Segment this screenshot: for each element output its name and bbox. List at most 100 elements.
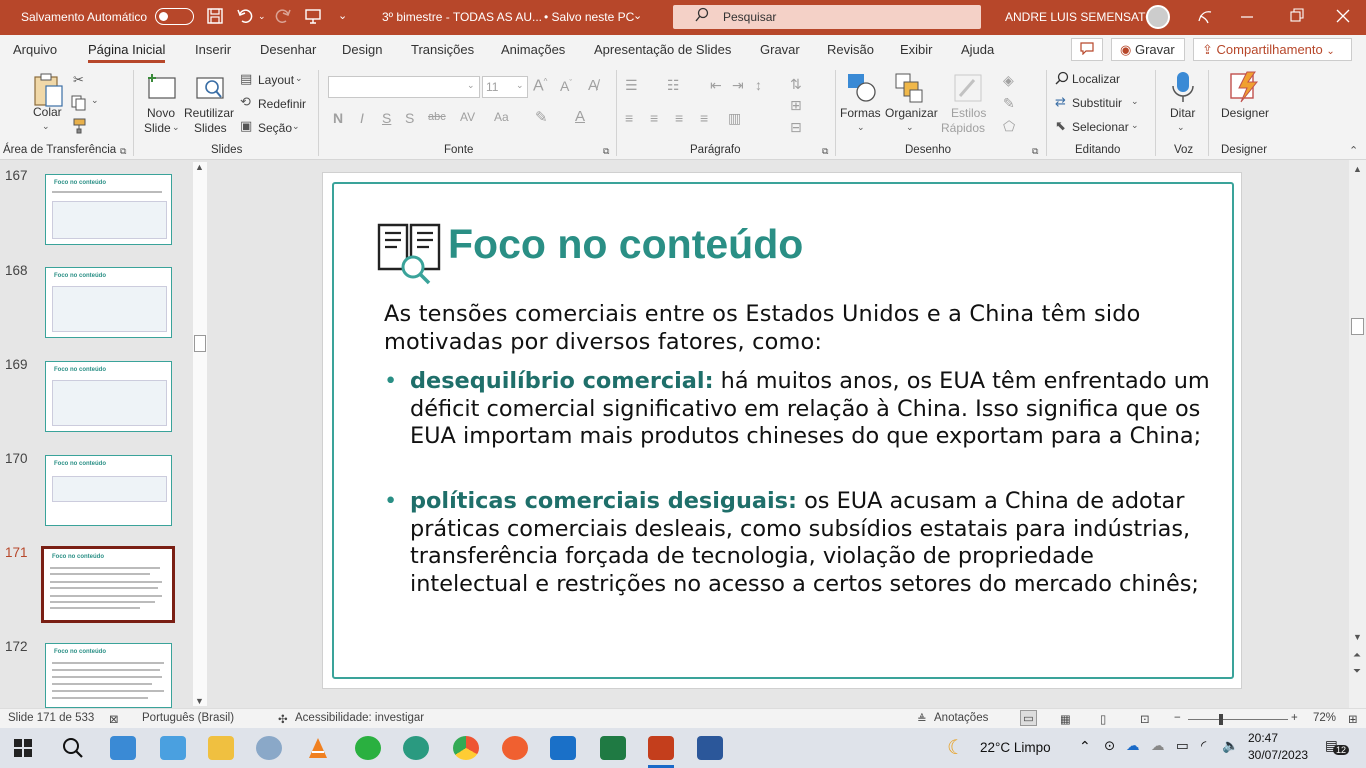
font-size-chevron-icon[interactable]: ⌄: [516, 80, 524, 91]
onedrive-icon[interactable]: ☁: [1126, 738, 1140, 754]
tab-apresentacao[interactable]: Apresentação de Slides: [594, 42, 731, 57]
arrange-label[interactable]: Organizar: [885, 106, 938, 120]
align-text-icon[interactable]: ⊞: [790, 97, 802, 114]
slide-sorter-icon[interactable]: ▦: [1060, 712, 1071, 726]
bullet-item-2[interactable]: • políticas comerciais desiguais: os EUA…: [384, 488, 1214, 598]
slideshow-icon[interactable]: ⊡: [1140, 712, 1150, 726]
align-right-icon[interactable]: ≡: [675, 110, 683, 126]
slide-scrollbar[interactable]: ▲ ▼ ⏶ ⏷: [1349, 160, 1366, 708]
slide-thumbnail-171[interactable]: Foco no conteúdo: [41, 546, 175, 623]
tab-inserir[interactable]: Inserir: [195, 42, 231, 57]
user-name[interactable]: ANDRE LUIS SEMENSATO: [1005, 10, 1155, 24]
zoom-in-icon[interactable]: +: [1291, 712, 1298, 724]
line-spacing-icon[interactable]: ↕: [755, 77, 762, 93]
replace-button[interactable]: Substituir: [1072, 96, 1122, 110]
layout-button[interactable]: Layout: [258, 73, 294, 87]
edge-icon[interactable]: [403, 736, 429, 760]
presentation-icon[interactable]: [304, 7, 322, 30]
zoom-slider[interactable]: [1188, 719, 1288, 720]
fit-to-window-icon[interactable]: ⊞: [1348, 712, 1358, 726]
paste-icon[interactable]: [32, 72, 64, 107]
save-status[interactable]: • Salvo neste PC: [544, 10, 634, 24]
quick-styles-label-1[interactable]: Estilos: [951, 106, 986, 120]
reset-icon[interactable]: ⟲: [240, 94, 251, 110]
clipboard-launcher-icon[interactable]: ⧉: [120, 146, 126, 157]
share-button[interactable]: ⇪ Compartilhamento ⌄: [1193, 38, 1352, 61]
underline-button[interactable]: S: [382, 110, 391, 126]
tab-gravar[interactable]: Gravar: [760, 42, 800, 57]
redo-icon[interactable]: [274, 7, 292, 30]
language-status[interactable]: Português (Brasil): [142, 712, 234, 724]
coauthoring-icon[interactable]: [1196, 7, 1214, 30]
decrease-font-icon[interactable]: Aˇ: [560, 78, 572, 94]
slide-title[interactable]: Foco no conteúdo: [448, 221, 803, 268]
next-slide-icon[interactable]: ⏷: [1353, 666, 1361, 677]
bullets-icon[interactable]: ☰: [625, 77, 638, 94]
slide-thumbnail-169[interactable]: Foco no conteúdo: [45, 361, 172, 432]
smartart-icon[interactable]: ⊟: [790, 119, 802, 136]
designer-label[interactable]: Designer: [1221, 106, 1269, 120]
font-color-icon[interactable]: A: [575, 108, 585, 125]
battery-icon[interactable]: ▭: [1176, 738, 1189, 754]
tab-arquivo[interactable]: Arquivo: [13, 42, 57, 57]
slide-scroll-thumb[interactable]: [1351, 318, 1364, 335]
zoom-level[interactable]: 72%: [1313, 712, 1336, 724]
arrange-chevron-icon[interactable]: ⌄: [906, 122, 914, 133]
accessibility-status[interactable]: Acessibilidade: investigar: [295, 712, 424, 724]
microphone-icon[interactable]: [1169, 70, 1201, 102]
outlook-icon[interactable]: [550, 736, 576, 760]
shape-effects-icon[interactable]: ⬠: [1003, 118, 1015, 135]
zoom-out-icon[interactable]: −: [1174, 712, 1181, 724]
dictate-label[interactable]: Ditar: [1170, 106, 1195, 120]
whatsapp-icon[interactable]: [355, 736, 381, 760]
bold-button[interactable]: N: [333, 110, 343, 126]
collapse-ribbon-icon[interactable]: ⌃: [1349, 144, 1358, 157]
firefox-icon[interactable]: [502, 736, 528, 760]
shapes-chevron-icon[interactable]: ⌄: [857, 122, 865, 133]
zoom-slider-thumb[interactable]: [1219, 714, 1223, 725]
select-icon[interactable]: ⬉: [1055, 118, 1066, 134]
format-painter-icon[interactable]: [71, 118, 87, 137]
tab-pagina-inicial[interactable]: Página Inicial: [88, 42, 166, 63]
scroll-up-icon[interactable]: ▲: [195, 162, 204, 172]
drawing-launcher-icon[interactable]: ⧉: [1032, 146, 1038, 157]
clock-time[interactable]: 20:47: [1248, 731, 1278, 745]
tab-desenhar[interactable]: Desenhar: [260, 42, 316, 57]
panel-scrollbar[interactable]: ▲ ▼: [193, 162, 207, 706]
shape-fill-icon[interactable]: ◈: [1003, 72, 1014, 89]
tab-transicoes[interactable]: Transições: [411, 42, 474, 57]
minimize-icon[interactable]: [1240, 7, 1254, 30]
reuse-slides-label-1[interactable]: Reutilizar: [184, 106, 234, 120]
find-icon[interactable]: [1055, 71, 1069, 88]
excel-icon[interactable]: [600, 736, 626, 760]
tab-ajuda[interactable]: Ajuda: [961, 42, 994, 57]
paste-label[interactable]: Colar: [33, 105, 62, 119]
cut-icon[interactable]: ✂: [73, 72, 84, 88]
shapes-label[interactable]: Formas: [840, 106, 881, 120]
copy-chevron-icon[interactable]: ⌄: [91, 95, 99, 106]
wifi-icon[interactable]: ◜: [1201, 738, 1206, 754]
scroll-down-icon[interactable]: ▼: [195, 696, 204, 706]
normal-view-icon[interactable]: ▭: [1020, 710, 1037, 726]
align-left-icon[interactable]: ≡: [625, 110, 633, 126]
weather-text[interactable]: 22°C Limpo: [980, 740, 1051, 755]
copy-icon[interactable]: [71, 95, 87, 114]
quick-styles-label-2[interactable]: Rápidos: [941, 121, 985, 135]
slide-canvas[interactable]: Foco no conteúdo As tensões comerciais e…: [322, 172, 1242, 689]
restore-icon[interactable]: [1290, 7, 1304, 30]
select-button[interactable]: Selecionar: [1072, 120, 1129, 134]
columns-icon[interactable]: ▥: [728, 110, 741, 127]
arrange-icon[interactable]: [894, 72, 926, 104]
taskbar-search-icon[interactable]: [62, 737, 84, 762]
clear-formatting-icon[interactable]: A̸: [588, 77, 598, 94]
file-explorer-icon[interactable]: [208, 736, 234, 760]
reuse-slides-label-2[interactable]: Slides: [194, 121, 227, 135]
italic-button[interactable]: I: [360, 110, 364, 126]
tab-revisao[interactable]: Revisão: [827, 42, 874, 57]
windows-start-icon[interactable]: [14, 739, 32, 760]
replace-chevron-icon[interactable]: ⌄: [1131, 96, 1139, 107]
numbering-icon[interactable]: ☷: [667, 77, 680, 94]
meet-now-icon[interactable]: ⊙: [1104, 738, 1115, 754]
replace-icon[interactable]: ⇄: [1055, 94, 1066, 110]
meet-icon[interactable]: [160, 736, 186, 760]
